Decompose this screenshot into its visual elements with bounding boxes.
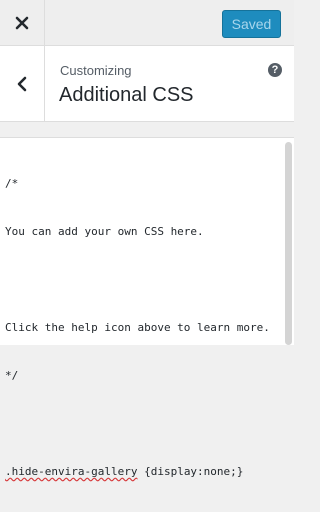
css-declaration: {display:none;} xyxy=(144,465,244,478)
css-editor[interactable]: /* You can add your own CSS here. Click … xyxy=(0,137,294,478)
close-customizer-button[interactable] xyxy=(0,0,45,46)
css-selector: .hide-envira-gallery xyxy=(5,465,138,478)
editor-scrollbar[interactable] xyxy=(285,142,292,345)
code-line: You can add your own CSS here. xyxy=(5,225,204,238)
code-line-rule: .hide-envira-gallery {display:none;} xyxy=(5,464,280,480)
page-title: Additional CSS xyxy=(59,84,194,106)
customizer-header: Saved xyxy=(0,0,294,46)
code-line: */ xyxy=(5,369,19,382)
code-line: /* xyxy=(5,177,19,190)
help-icon[interactable]: ? xyxy=(268,63,282,77)
save-button[interactable]: Saved xyxy=(222,10,281,38)
chevron-left-icon xyxy=(17,76,27,91)
breadcrumb: Customizing xyxy=(60,63,132,78)
back-button[interactable] xyxy=(0,46,45,121)
section-header: Customizing Additional CSS ? xyxy=(0,46,294,122)
close-icon xyxy=(15,16,29,30)
code-line: Click the help icon above to learn more. xyxy=(5,321,270,334)
css-code: /* You can add your own CSS here. Click … xyxy=(5,144,280,512)
